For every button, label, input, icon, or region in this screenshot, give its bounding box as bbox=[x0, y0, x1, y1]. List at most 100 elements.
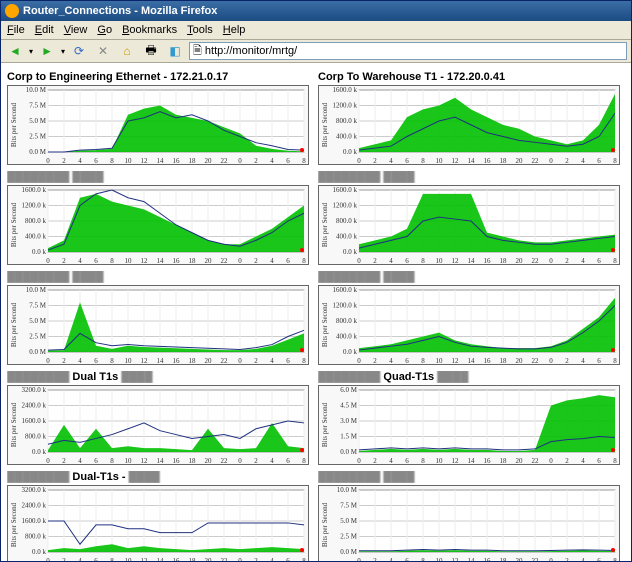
svg-text:6: 6 bbox=[286, 457, 290, 464]
menu-file[interactable]: File bbox=[7, 24, 25, 36]
new-tab-button[interactable]: ◧ bbox=[165, 41, 185, 61]
mrtg-chart: 1600.0 k1200.0 k800.0 k400.0 k0.0 k02468… bbox=[318, 185, 620, 265]
mrtg-chart: 1600.0 k1200.0 k800.0 k400.0 k0.0 k02468… bbox=[7, 185, 309, 265]
url-text: http://monitor/mrtg/ bbox=[205, 45, 297, 57]
menu-help[interactable]: Help bbox=[223, 24, 246, 36]
svg-text:Bits per Second: Bits per Second bbox=[10, 402, 18, 447]
svg-text:2: 2 bbox=[62, 457, 66, 464]
svg-text:14: 14 bbox=[157, 557, 165, 561]
svg-text:2: 2 bbox=[565, 257, 569, 264]
svg-text:2: 2 bbox=[254, 257, 258, 264]
svg-text:6.0 M: 6.0 M bbox=[340, 386, 358, 394]
svg-text:0: 0 bbox=[238, 457, 242, 464]
svg-text:2400.0 k: 2400.0 k bbox=[22, 502, 47, 510]
menu-view[interactable]: View bbox=[64, 24, 88, 36]
svg-text:8: 8 bbox=[421, 157, 425, 164]
mrtg-chart: 1600.0 k1200.0 k800.0 k400.0 k0.0 k02468… bbox=[318, 85, 620, 165]
svg-text:12: 12 bbox=[452, 357, 460, 364]
svg-text:18: 18 bbox=[500, 157, 508, 164]
svg-text:4: 4 bbox=[78, 557, 82, 561]
svg-text:6: 6 bbox=[597, 557, 601, 561]
stop-button[interactable]: ✕ bbox=[93, 41, 113, 61]
svg-text:2400.0 k: 2400.0 k bbox=[22, 402, 47, 410]
svg-text:10: 10 bbox=[436, 257, 444, 264]
menu-edit[interactable]: Edit bbox=[35, 24, 54, 36]
svg-text:Bits per Second: Bits per Second bbox=[321, 502, 329, 547]
svg-text:0: 0 bbox=[549, 557, 553, 561]
svg-text:0.0 M: 0.0 M bbox=[29, 348, 47, 356]
svg-text:10: 10 bbox=[125, 357, 133, 364]
svg-text:12: 12 bbox=[141, 557, 149, 561]
svg-text:8: 8 bbox=[421, 357, 425, 364]
svg-text:1200.0 k: 1200.0 k bbox=[333, 102, 358, 110]
svg-text:1200.0 k: 1200.0 k bbox=[333, 202, 358, 210]
svg-text:12: 12 bbox=[141, 457, 149, 464]
svg-text:0: 0 bbox=[357, 257, 361, 264]
svg-text:2: 2 bbox=[373, 457, 377, 464]
svg-text:20: 20 bbox=[516, 157, 524, 164]
svg-text:4: 4 bbox=[389, 357, 393, 364]
print-button[interactable]: 🖶 bbox=[141, 41, 161, 61]
svg-text:3.0 M: 3.0 M bbox=[340, 417, 358, 425]
menubar[interactable]: File Edit View Go Bookmarks Tools Help bbox=[1, 21, 631, 40]
svg-text:18: 18 bbox=[500, 357, 508, 364]
svg-text:6: 6 bbox=[94, 557, 98, 561]
chart-title: Corp To Warehouse T1 - 172.20.0.41 bbox=[318, 71, 625, 83]
svg-text:0: 0 bbox=[357, 157, 361, 164]
back-button[interactable]: ◄ bbox=[5, 41, 25, 61]
svg-text:14: 14 bbox=[157, 257, 165, 264]
svg-text:8: 8 bbox=[302, 157, 306, 164]
svg-text:0.0 M: 0.0 M bbox=[29, 148, 47, 156]
svg-text:4: 4 bbox=[389, 157, 393, 164]
svg-text:12: 12 bbox=[452, 457, 460, 464]
svg-text:4: 4 bbox=[78, 157, 82, 164]
mrtg-chart: 3200.0 k2400.0 k1600.0 k800.0 k0.0 k0246… bbox=[7, 485, 309, 561]
menu-go[interactable]: Go bbox=[97, 24, 112, 36]
svg-text:2: 2 bbox=[565, 157, 569, 164]
svg-text:8: 8 bbox=[302, 457, 306, 464]
svg-text:10: 10 bbox=[436, 357, 444, 364]
forward-button[interactable]: ► bbox=[37, 41, 57, 61]
svg-text:0: 0 bbox=[46, 157, 50, 164]
svg-text:14: 14 bbox=[468, 157, 476, 164]
svg-text:6: 6 bbox=[597, 157, 601, 164]
svg-text:4: 4 bbox=[270, 357, 274, 364]
menu-tools[interactable]: Tools bbox=[187, 24, 213, 36]
svg-text:1600.0 k: 1600.0 k bbox=[22, 517, 47, 525]
svg-text:2: 2 bbox=[62, 157, 66, 164]
svg-text:20: 20 bbox=[205, 457, 213, 464]
svg-text:4: 4 bbox=[581, 157, 585, 164]
chart-title: ████████ ████ bbox=[7, 271, 314, 283]
svg-text:4: 4 bbox=[270, 457, 274, 464]
svg-text:18: 18 bbox=[189, 357, 197, 364]
svg-text:8: 8 bbox=[613, 357, 617, 364]
svg-text:14: 14 bbox=[157, 157, 165, 164]
svg-text:4.5 M: 4.5 M bbox=[340, 402, 358, 410]
chart-title: ████████ Quad-T1s ████ bbox=[318, 371, 625, 383]
svg-text:2: 2 bbox=[373, 557, 377, 561]
svg-text:18: 18 bbox=[189, 457, 197, 464]
home-button[interactable]: ⌂ bbox=[117, 41, 137, 61]
reload-button[interactable]: ⟳ bbox=[69, 41, 89, 61]
svg-text:12: 12 bbox=[141, 157, 149, 164]
svg-text:10: 10 bbox=[125, 457, 133, 464]
svg-text:4: 4 bbox=[389, 257, 393, 264]
svg-text:14: 14 bbox=[468, 557, 476, 561]
toolbar: ◄ ▾ ► ▾ ⟳ ✕ ⌂ 🖶 ◧ 🗎 http://monitor/mrtg/ bbox=[1, 40, 631, 63]
svg-text:1600.0 k: 1600.0 k bbox=[333, 286, 358, 294]
menu-bookmarks[interactable]: Bookmarks bbox=[122, 24, 177, 36]
svg-text:0: 0 bbox=[549, 257, 553, 264]
svg-text:16: 16 bbox=[484, 157, 492, 164]
svg-text:Bits per Second: Bits per Second bbox=[10, 102, 18, 147]
svg-text:10.0 M: 10.0 M bbox=[26, 286, 47, 294]
svg-text:10: 10 bbox=[436, 157, 444, 164]
svg-text:16: 16 bbox=[173, 457, 181, 464]
svg-text:6: 6 bbox=[94, 457, 98, 464]
svg-text:10: 10 bbox=[125, 557, 133, 561]
svg-text:2: 2 bbox=[62, 257, 66, 264]
svg-text:1600.0 k: 1600.0 k bbox=[333, 86, 358, 94]
svg-text:400.0 k: 400.0 k bbox=[336, 233, 358, 241]
svg-text:10: 10 bbox=[125, 157, 133, 164]
svg-text:Bits per Second: Bits per Second bbox=[321, 402, 329, 447]
url-bar[interactable]: 🗎 http://monitor/mrtg/ bbox=[189, 42, 627, 60]
